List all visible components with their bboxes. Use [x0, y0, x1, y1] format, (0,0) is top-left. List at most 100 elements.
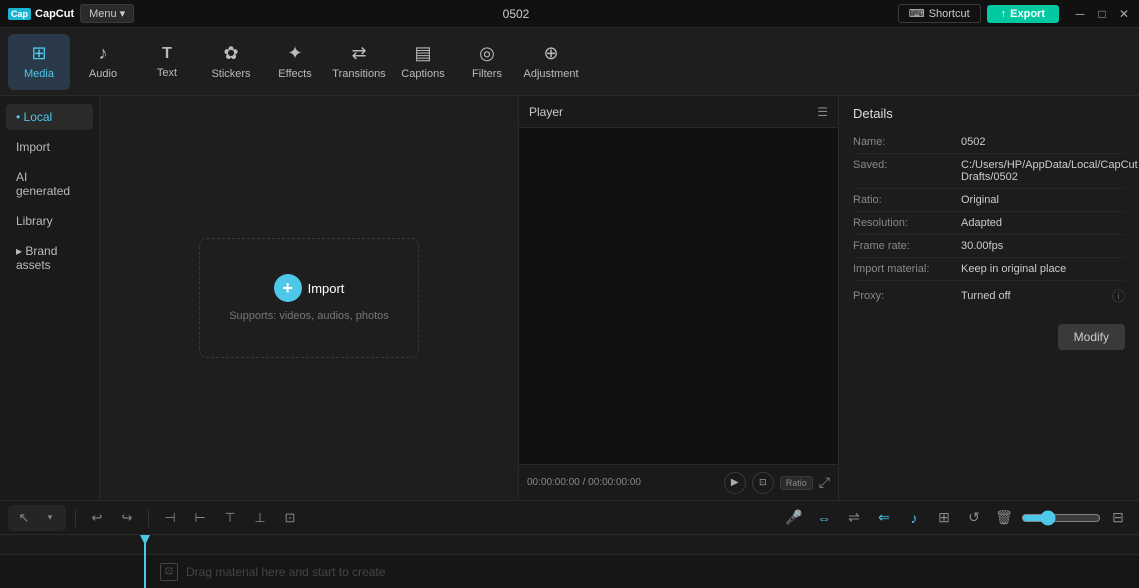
detail-label-import-material: Import material:: [853, 263, 953, 275]
trash-button[interactable]: 🗑: [991, 505, 1017, 531]
split-audio-button[interactable]: ⊢: [188, 506, 212, 530]
effects-label: Effects: [278, 68, 311, 80]
detail-label-proxy: Proxy:: [853, 290, 953, 302]
modify-button[interactable]: Modify: [1058, 324, 1125, 350]
audio-icon: ♪: [99, 43, 108, 64]
undo-button[interactable]: ↩: [85, 506, 109, 530]
toolbar-effects[interactable]: ✦ Effects: [264, 34, 326, 90]
audio-label: Audio: [89, 68, 117, 80]
player-header: Player ☰: [519, 96, 838, 128]
detail-value-import-material: Keep in original place: [961, 263, 1125, 275]
crop-start-button[interactable]: ⊤: [218, 506, 242, 530]
undo2-button[interactable]: ↺: [961, 505, 987, 531]
detail-row-ratio: Ratio: Original: [853, 189, 1125, 212]
captions-label: Captions: [401, 68, 444, 80]
crop-end-button[interactable]: ⊥: [248, 506, 272, 530]
detail-value-resolution: Adapted: [961, 217, 1125, 229]
track-merge-button[interactable]: ⇐: [871, 505, 897, 531]
sidebar-item-brand-assets[interactable]: ▸ Brand assets: [6, 238, 93, 278]
sidebar: • Local Import AI generated Library ▸ Br…: [0, 96, 100, 500]
audio-record-button[interactable]: 🎤: [781, 505, 807, 531]
drop-hint: ⊡ Drag material here and start to create: [0, 563, 385, 581]
filters-icon: ◎: [479, 43, 495, 64]
title-center: 0502: [503, 7, 530, 21]
player-viewport: [519, 128, 838, 464]
import-sub-text: Supports: videos, audios, photos: [229, 310, 389, 322]
timeline-ruler: [0, 535, 1139, 555]
toolbar-captions[interactable]: ▤ Captions: [392, 34, 454, 90]
toolbar-adjustment[interactable]: ⊕ Adjustment: [520, 34, 582, 90]
timeline-right-controls: 🎤 ⇔ ⇌ ⇐ ♪ ⊞ ↺ 🗑 ⊟: [781, 505, 1131, 531]
sidebar-item-import[interactable]: Import: [6, 134, 93, 160]
cursor-tool-button[interactable]: ↖: [12, 506, 36, 530]
toolbar-filters[interactable]: ◎ Filters: [456, 34, 518, 90]
play-button[interactable]: ▶: [724, 472, 746, 494]
detail-row-saved: Saved: C:/Users/HP/AppData/Local/CapCut …: [853, 154, 1125, 189]
stickers-icon: ✿: [223, 43, 238, 64]
sidebar-item-local[interactable]: • Local: [6, 104, 93, 130]
minimize-button[interactable]: ─: [1073, 7, 1087, 21]
detail-label-framerate: Frame rate:: [853, 240, 953, 252]
timeline-area: ⊡ Drag material here and start to create: [0, 535, 1139, 588]
detail-label-name: Name:: [853, 136, 953, 148]
app-name: CapCut: [35, 8, 74, 20]
ratio-badge[interactable]: Ratio: [780, 476, 813, 490]
track-split-button[interactable]: ⇌: [841, 505, 867, 531]
zoom-fit-button[interactable]: ⊟: [1105, 505, 1131, 531]
detail-row-name: Name: 0502: [853, 131, 1125, 154]
import-plus-icon: +: [274, 274, 302, 302]
toolbar-stickers[interactable]: ✿ Stickers: [200, 34, 262, 90]
media-label: Media: [24, 68, 54, 80]
toolbar-audio[interactable]: ♪ Audio: [72, 34, 134, 90]
timeline-track-area: ⊡ Drag material here and start to create: [0, 555, 1139, 588]
expand-player-button[interactable]: ⤢: [819, 474, 830, 491]
subtitles-button[interactable]: ⊞: [931, 505, 957, 531]
detail-value-ratio: Original: [961, 194, 1125, 206]
drop-hint-text: Drag material here and start to create: [186, 565, 385, 579]
menu-button[interactable]: Menu ▾: [80, 4, 134, 23]
window-controls: ─ □ ✕: [1073, 7, 1131, 21]
detail-row-framerate: Frame rate: 30.00fps: [853, 235, 1125, 258]
captions-icon: ▤: [414, 43, 431, 64]
toolbar-media[interactable]: ⊞ Media: [8, 34, 70, 90]
redo-button[interactable]: ↪: [115, 506, 139, 530]
track-link-button[interactable]: ⇔: [811, 505, 837, 531]
sidebar-item-ai-generated[interactable]: AI generated: [6, 164, 93, 204]
shortcut-button[interactable]: ⌨ Shortcut: [898, 4, 981, 23]
close-button[interactable]: ✕: [1117, 7, 1131, 21]
cursor-dropdown-button[interactable]: ▾: [38, 506, 62, 530]
titlebar-right: ⌨ Shortcut ↑ Export ─ □ ✕: [898, 4, 1131, 23]
timecode-display: 00:00:00:00 / 00:00:00:00: [527, 477, 718, 488]
separator-1: [75, 509, 76, 527]
delete-button[interactable]: ⊡: [278, 506, 302, 530]
maximize-button[interactable]: □: [1095, 7, 1109, 21]
toolbar-text[interactable]: T Text: [136, 34, 198, 90]
detail-value-proxy: Turned off: [961, 290, 1104, 302]
media-icon: ⊞: [31, 43, 46, 64]
filters-label: Filters: [472, 68, 502, 80]
media-panel: + Import Supports: videos, audios, photo…: [100, 96, 519, 500]
player-menu-icon[interactable]: ☰: [817, 105, 828, 119]
main-area: • Local Import AI generated Library ▸ Br…: [0, 96, 1139, 500]
detail-value-framerate: 30.00fps: [961, 240, 1125, 252]
adjustment-icon: ⊕: [543, 43, 558, 64]
detail-row-proxy: Proxy: Turned off ⓘ: [853, 281, 1125, 310]
titlebar: Cap CapCut Menu ▾ 0502 ⌨ Shortcut ↑ Expo…: [0, 0, 1139, 28]
cursor-selector: ↖ ▾: [8, 505, 66, 531]
text-icon: T: [162, 45, 172, 63]
sidebar-item-library[interactable]: Library: [6, 208, 93, 234]
proxy-info-icon[interactable]: ⓘ: [1112, 286, 1125, 305]
fullscreen-fit-button[interactable]: ⊡: [752, 472, 774, 494]
drop-icon: ⊡: [160, 563, 178, 581]
logo-box: Cap: [8, 8, 31, 20]
import-area[interactable]: + Import Supports: videos, audios, photo…: [199, 238, 419, 358]
detail-value-saved: C:/Users/HP/AppData/Local/CapCut Drafts/…: [961, 159, 1138, 183]
zoom-slider[interactable]: [1021, 510, 1101, 526]
toolbar-transitions[interactable]: ⇄ Transitions: [328, 34, 390, 90]
app-logo: Cap CapCut: [8, 8, 74, 20]
timeline-controls-bar: ↖ ▾ ↩ ↪ ⊣ ⊢ ⊤ ⊥ ⊡ 🎤 ⇔ ⇌ ⇐ ♪ ⊞ ↺ 🗑 ⊟: [0, 501, 1139, 535]
details-panel: Details Name: 0502 Saved: C:/Users/HP/Ap…: [839, 96, 1139, 500]
audio-track-button[interactable]: ♪: [901, 505, 927, 531]
split-button[interactable]: ⊣: [158, 506, 182, 530]
export-button[interactable]: ↑ Export: [987, 5, 1059, 23]
